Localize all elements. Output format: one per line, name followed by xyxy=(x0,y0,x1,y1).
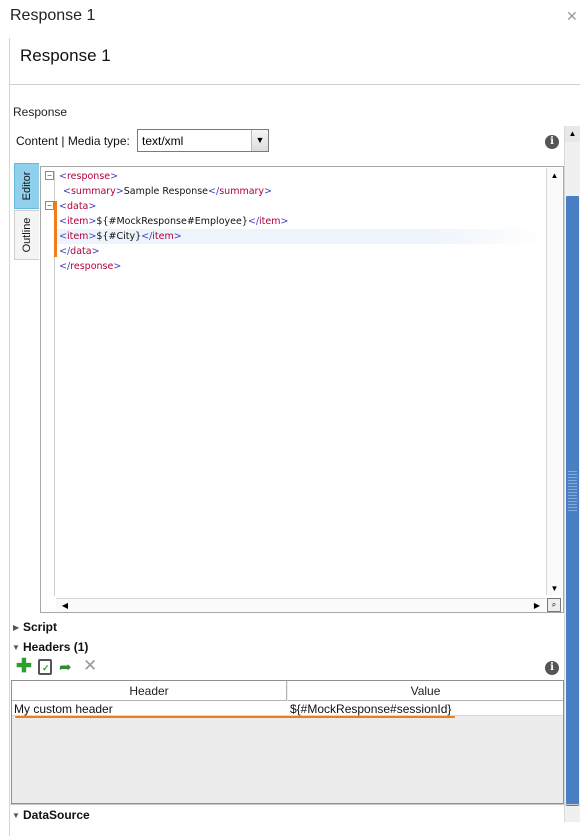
scroll-down-icon[interactable]: ▼ xyxy=(547,581,562,596)
chevron-down-icon[interactable]: ▼ xyxy=(12,643,20,652)
export-icon[interactable]: ➦ xyxy=(59,658,72,676)
scroll-right-icon[interactable]: ▶ xyxy=(530,599,544,612)
heading-divider xyxy=(10,84,580,85)
close-icon[interactable]: ✕ xyxy=(566,8,578,25)
response-section-label: Response xyxy=(13,105,68,119)
tab-editor-label: Editor xyxy=(21,171,33,201)
info-icon[interactable]: i xyxy=(545,135,559,149)
script-section-title[interactable]: Script xyxy=(23,620,57,634)
header-value-cell[interactable]: ${#MockResponse#sessionId} xyxy=(290,702,451,716)
panel-heading: Response 1 xyxy=(20,46,111,65)
change-marker xyxy=(54,201,57,257)
add-icon[interactable]: ✚ xyxy=(16,657,32,676)
zoom-icon[interactable]: ⌕ xyxy=(547,598,561,612)
editor-vertical-scrollbar[interactable]: ▲ ▼ xyxy=(546,168,562,595)
column-header-header[interactable]: Header xyxy=(12,681,287,701)
panel-scrollbar[interactable]: ▲ xyxy=(564,126,580,822)
media-type-label: Content | Media type: xyxy=(16,134,130,148)
headers-section-title[interactable]: Headers (1) xyxy=(23,640,88,654)
tab-outline[interactable]: Outline xyxy=(14,210,39,260)
section-divider xyxy=(10,804,580,805)
chevron-right-icon[interactable]: ▶ xyxy=(13,623,19,632)
panel-left-border xyxy=(9,38,10,836)
scroll-up-icon[interactable]: ▲ xyxy=(565,126,580,142)
paste-icon[interactable]: ✓ xyxy=(38,659,52,675)
code-line: </response> xyxy=(59,261,122,272)
header-name-cell[interactable]: My custom header xyxy=(14,702,113,716)
fold-toggle-icon[interactable]: − xyxy=(45,201,54,210)
tab-outline-label: Outline xyxy=(21,217,33,253)
media-type-select[interactable]: text/xml ▼ xyxy=(137,129,269,152)
chevron-down-icon[interactable]: ▼ xyxy=(251,130,268,151)
fold-toggle-icon[interactable]: − xyxy=(45,171,54,180)
datasource-section-title[interactable]: DataSource xyxy=(23,808,90,822)
chevron-down-icon[interactable]: ▼ xyxy=(12,811,20,820)
delete-icon[interactable]: ✕ xyxy=(83,656,97,676)
window-title: Response 1 xyxy=(10,7,96,24)
code-line: <item>${#City}</item> xyxy=(59,231,182,242)
scroll-up-icon[interactable]: ▲ xyxy=(547,168,562,183)
code-line: <response> xyxy=(59,171,119,182)
scroll-left-icon[interactable]: ◀ xyxy=(58,599,72,612)
editor-horizontal-scrollbar[interactable]: ◀ ▶ xyxy=(56,598,546,612)
code-line: <item>${#MockResponse#Employee}</item> xyxy=(59,216,289,227)
code-line: <summary>Sample Response</summary> xyxy=(63,186,273,197)
row-highlight-underline xyxy=(15,716,455,718)
code-line: <data> xyxy=(59,201,97,212)
tab-editor[interactable]: Editor xyxy=(14,163,39,209)
code-line: </data> xyxy=(59,246,100,257)
info-icon[interactable]: i xyxy=(545,661,559,675)
scrollbar-grip xyxy=(568,471,577,511)
media-type-value: text/xml xyxy=(142,134,184,148)
column-header-value[interactable]: Value xyxy=(288,681,563,701)
